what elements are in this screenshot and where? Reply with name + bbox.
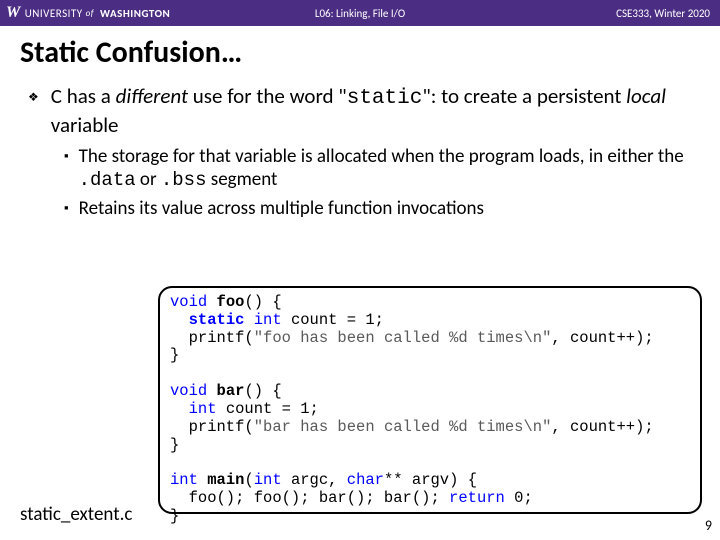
slide-title: Static Confusion…	[20, 34, 700, 71]
bullet-main-text: C has a different use for the word "stat…	[51, 83, 700, 139]
square-bullet-icon: ▪	[64, 149, 69, 194]
uw-text-washington: WASHINGTON	[100, 7, 170, 20]
lecture-label: L06: Linking, File I/O	[315, 7, 405, 20]
course-label: CSE333, Winter 2020	[616, 7, 720, 20]
uw-w-icon: W	[6, 4, 21, 22]
bullet-sub-2-text: Retains its value across multiple functi…	[79, 197, 484, 221]
slide-content: Static Confusion… ❖ C has a different us…	[0, 26, 720, 221]
square-bullet-icon: ▪	[64, 201, 69, 221]
uw-text-of: of	[86, 8, 94, 19]
code-block: void foo() { static int count = 1; print…	[158, 286, 702, 514]
page-number: 9	[705, 517, 712, 534]
bullet-sub-2: ▪ Retains its value across multiple func…	[64, 197, 700, 221]
slide-header: W UNIVERSITY of WASHINGTON L06: Linking,…	[0, 0, 720, 26]
bullet-main: ❖ C has a different use for the word "st…	[28, 83, 700, 139]
filename-label: static_extent.c	[20, 503, 132, 526]
bullet-sub-1-text: The storage for that variable is allocat…	[79, 145, 700, 194]
uw-text-university: UNIVERSITY	[25, 7, 83, 20]
diamond-bullet-icon: ❖	[28, 91, 39, 139]
uw-logo: W UNIVERSITY of WASHINGTON	[0, 4, 170, 22]
bullet-sub-1: ▪ The storage for that variable is alloc…	[64, 145, 700, 194]
